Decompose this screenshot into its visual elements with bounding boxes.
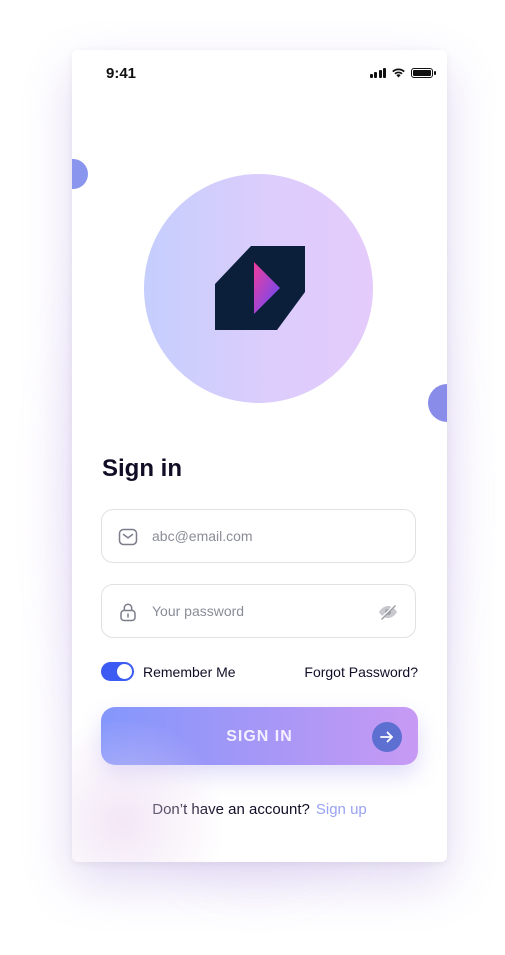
status-icons	[369, 67, 436, 78]
toggle-knob	[117, 664, 132, 679]
arrow-right-icon	[372, 722, 402, 752]
email-field-container[interactable]	[101, 509, 416, 563]
remember-me-toggle[interactable]	[101, 662, 134, 681]
eye-off-icon[interactable]	[377, 602, 399, 622]
password-input[interactable]	[152, 585, 362, 637]
decorative-circle-left	[72, 159, 88, 189]
email-input[interactable]	[152, 510, 362, 562]
remember-me-label: Remember Me	[143, 664, 236, 680]
logo-circle	[144, 174, 373, 403]
wifi-icon	[392, 68, 405, 78]
page-title: Sign in	[102, 455, 182, 482]
decorative-circle-right	[428, 384, 447, 422]
phone-screen: 9:41 Sign in abc@email.com Remember Me F…	[72, 50, 447, 862]
sign-in-label: SIGN IN	[226, 728, 293, 745]
status-time: 9:41	[106, 65, 137, 82]
app-logo-icon	[215, 246, 305, 330]
sign-in-button[interactable]: SIGN IN	[101, 707, 418, 765]
battery-icon	[411, 67, 436, 78]
password-field-container[interactable]	[101, 584, 416, 638]
forgot-password-link[interactable]: Forgot Password?	[304, 664, 418, 680]
signal-icon	[369, 67, 386, 78]
footer: Don’t have an account? Sign up	[72, 801, 447, 818]
lock-icon	[120, 603, 136, 622]
mail-icon	[118, 528, 138, 546]
no-account-text: Don’t have an account?	[152, 801, 310, 818]
sign-up-link[interactable]: Sign up	[316, 801, 367, 818]
